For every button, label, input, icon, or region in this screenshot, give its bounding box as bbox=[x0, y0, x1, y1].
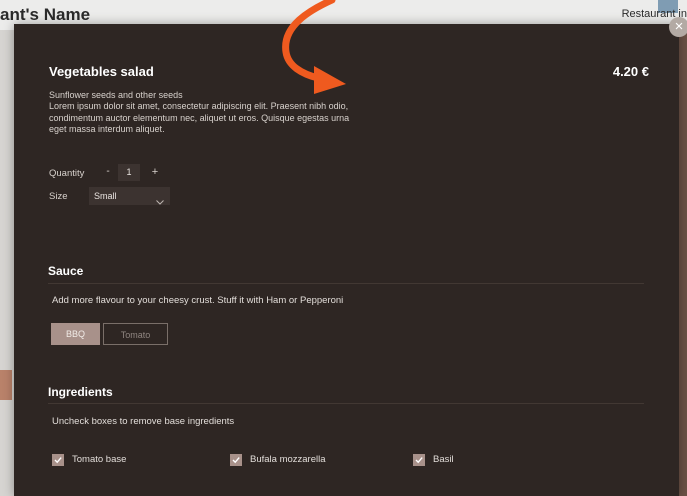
sauce-option-tomato[interactable]: Tomato bbox=[103, 323, 168, 345]
ingredients-section-title: Ingredients bbox=[48, 385, 113, 399]
restaurant-name-title: ant's Name bbox=[0, 5, 91, 24]
checkbox-checked-icon[interactable] bbox=[230, 454, 242, 466]
sauce-description: Add more flavour to your cheesy crust. S… bbox=[52, 295, 344, 306]
sauce-divider bbox=[48, 283, 644, 284]
ingredient-label: Tomato base bbox=[72, 454, 127, 465]
checkbox-checked-icon[interactable] bbox=[52, 454, 64, 466]
background-image-strip bbox=[679, 30, 687, 496]
quantity-decrease-button[interactable]: - bbox=[102, 165, 114, 179]
size-selected-value: Small bbox=[94, 191, 117, 201]
checkbox-checked-icon[interactable] bbox=[413, 454, 425, 466]
size-select[interactable]: Small bbox=[89, 187, 170, 205]
quantity-input[interactable]: 1 bbox=[118, 164, 140, 181]
product-name: Vegetables salad bbox=[49, 64, 154, 79]
ingredient-label: Basil bbox=[433, 454, 454, 465]
size-label: Size bbox=[49, 191, 68, 202]
quantity-increase-button[interactable]: + bbox=[149, 165, 161, 179]
ingredients-divider bbox=[48, 403, 644, 404]
product-description: Lorem ipsum dolor sit amet, consectetur … bbox=[49, 101, 350, 134]
chevron-down-icon bbox=[156, 193, 164, 211]
ingredients-description: Uncheck boxes to remove base ingredients bbox=[52, 416, 235, 427]
background-image-strip-left bbox=[0, 370, 12, 400]
annotation-arrow-icon bbox=[282, 0, 346, 94]
sauce-option-bbq[interactable]: BBQ bbox=[51, 323, 100, 345]
sauce-section-title: Sauce bbox=[48, 264, 84, 278]
product-subtitle: Sunflower seeds and other seeds bbox=[49, 90, 183, 100]
close-modal-button[interactable]: × bbox=[669, 17, 687, 37]
quantity-label: Quantity bbox=[49, 168, 85, 179]
ingredient-label: Bufala mozzarella bbox=[250, 454, 326, 465]
product-price: 4.20 € bbox=[612, 64, 649, 79]
